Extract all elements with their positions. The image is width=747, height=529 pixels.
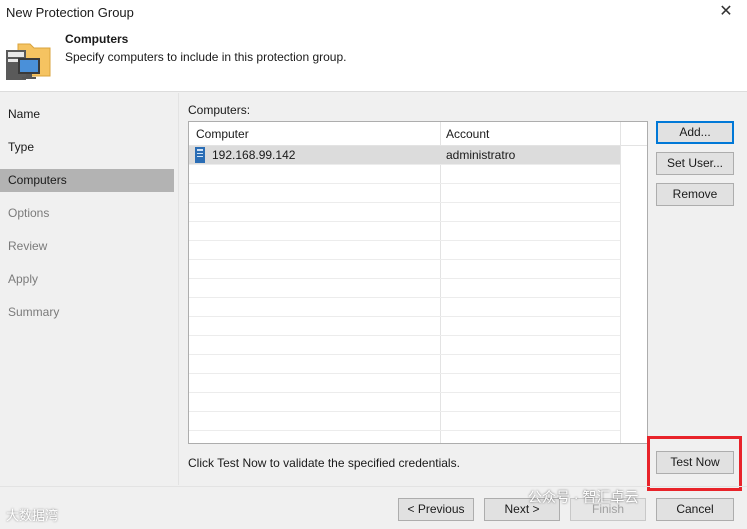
column-header-computer[interactable]: Computer — [196, 127, 249, 141]
nav-divider — [178, 93, 179, 485]
table-row-empty — [189, 355, 620, 374]
add-button[interactable]: Add... — [656, 121, 734, 144]
cell-account: administratro — [446, 148, 516, 162]
wizard-steps: Name Type Computers Options Review Apply… — [0, 93, 174, 485]
highlight-box — [647, 436, 742, 491]
step-review: Review — [8, 239, 48, 253]
table-row-empty — [189, 184, 620, 203]
step-options: Options — [8, 206, 50, 220]
column-divider — [620, 122, 621, 443]
step-summary: Summary — [8, 305, 60, 319]
test-hint-text: Click Test Now to validate the specified… — [188, 456, 460, 470]
step-type[interactable]: Type — [0, 136, 174, 159]
table-row-empty — [189, 165, 620, 184]
wizard-header: Computers Specify computers to include i… — [0, 26, 747, 92]
window-title: New Protection Group — [6, 5, 134, 20]
table-row-empty — [189, 260, 620, 279]
close-icon[interactable]: ✕ — [717, 3, 735, 21]
table-row[interactable]: 192.168.99.142 administratro — [189, 146, 620, 165]
table-row-empty — [189, 203, 620, 222]
table-row-empty — [189, 374, 620, 393]
remove-button[interactable]: Remove — [656, 183, 734, 206]
cancel-button[interactable]: Cancel — [656, 498, 734, 521]
table-row-empty — [189, 393, 620, 412]
table-row-empty — [189, 222, 620, 241]
table-row-empty — [189, 336, 620, 355]
cell-computer: 192.168.99.142 — [212, 148, 296, 162]
column-header-account[interactable]: Account — [446, 127, 489, 141]
computers-label: Computers: — [188, 103, 251, 117]
table-row-empty — [189, 298, 620, 317]
table-row-empty — [189, 317, 620, 336]
computers-grid[interactable]: Computer Account 192.168.99.142 administ… — [188, 121, 648, 444]
computer-icon — [195, 147, 205, 163]
grid-header: Computer Account — [189, 122, 647, 146]
watermark-left: 大数据湾 — [6, 508, 59, 523]
header-title: Computers — [65, 32, 129, 46]
step-name[interactable]: Name — [0, 103, 174, 126]
computers-folder-icon — [6, 43, 51, 80]
table-row-empty — [189, 241, 620, 260]
protection-group-wizard: New Protection Group ✕ Computers Specify… — [0, 0, 747, 529]
table-row-empty — [189, 279, 620, 298]
table-row-empty — [189, 412, 620, 431]
title-bar: New Protection Group ✕ — [0, 0, 747, 26]
set-user-button[interactable]: Set User... — [656, 152, 734, 175]
previous-button[interactable]: < Previous — [398, 498, 474, 521]
step-apply: Apply — [8, 272, 39, 286]
header-subtitle: Specify computers to include in this pro… — [65, 50, 347, 64]
step-computers[interactable]: Computers — [0, 169, 174, 192]
watermark-right: 公众号 · 智汇卓云 — [528, 489, 639, 505]
